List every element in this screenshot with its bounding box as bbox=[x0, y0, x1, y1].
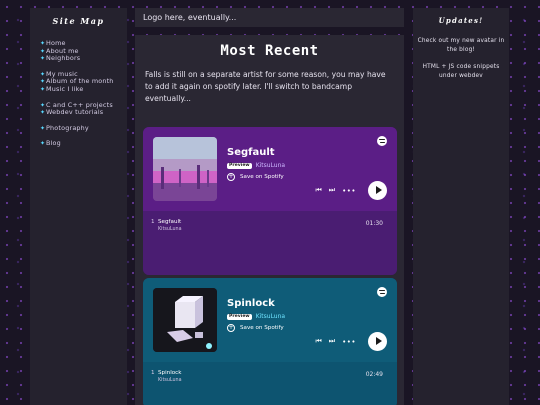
artist-link[interactable]: KitsuLuna bbox=[256, 313, 285, 320]
album-art[interactable] bbox=[153, 137, 217, 201]
tracklist-row[interactable]: 1 Spinlock KitsuLuna 02:49 bbox=[151, 370, 383, 383]
nav-item-photography[interactable]: ✦ Photography bbox=[40, 123, 127, 133]
track-number: 1 bbox=[151, 219, 155, 225]
nav-item-label: Photography bbox=[46, 123, 89, 132]
previous-track-icon[interactable]: ⏮ bbox=[315, 337, 321, 346]
track-number: 1 bbox=[151, 370, 155, 376]
embed-header: Spinlock Preview KitsuLuna + Save on Spo… bbox=[143, 278, 397, 362]
tracklist-row[interactable]: 1 Segfault KitsuLuna 01:30 bbox=[151, 219, 383, 232]
track-meta: Preview KitsuLuna bbox=[227, 162, 285, 169]
nav-item-music-i-like[interactable]: ✦ Music I like bbox=[40, 84, 127, 94]
nav-item-label: Music I like bbox=[46, 84, 84, 93]
spotify-logo-icon[interactable] bbox=[377, 287, 387, 297]
more-options-icon[interactable]: ••• bbox=[342, 338, 356, 346]
nav-item-blog[interactable]: ✦ Blog bbox=[40, 140, 127, 148]
artist-link[interactable]: KitsuLuna bbox=[256, 162, 285, 169]
tracklist: 1 Spinlock KitsuLuna 02:49 bbox=[143, 362, 397, 405]
spotify-embed-spinlock[interactable]: Spinlock Preview KitsuLuna + Save on Spo… bbox=[143, 278, 397, 405]
page-title: Most Recent bbox=[220, 43, 319, 59]
next-track-icon[interactable]: ⏭ bbox=[329, 337, 335, 346]
plus-circle-icon: + bbox=[227, 324, 235, 332]
site-map-sidebar: Site Map ✦ Home ✦ About me ✦ Neighbors ✦ My … bbox=[30, 8, 127, 405]
nav-group-code: ✦ C and C++ projects ✦ Webdev tutorials bbox=[30, 101, 127, 117]
playback-controls: ⏮ ⏭ ••• bbox=[315, 181, 387, 200]
nav-item-neighbors[interactable]: ✦ Neighbors bbox=[40, 55, 127, 63]
intro-paragraph: Falls is still on a separate artist for … bbox=[145, 70, 386, 103]
playback-controls: ⏮ ⏭ ••• bbox=[315, 332, 387, 351]
previous-track-icon[interactable]: ⏮ bbox=[315, 186, 321, 195]
more-options-icon[interactable]: ••• bbox=[342, 187, 356, 195]
save-label: Save on Spotify bbox=[240, 325, 284, 331]
preview-badge: Preview bbox=[227, 313, 252, 320]
nav-item-label: Blog bbox=[46, 139, 61, 148]
update-item: Check out my new avatar in the blog! bbox=[417, 38, 505, 53]
nav-item-label: Webdev tutorials bbox=[46, 108, 104, 117]
album-art-image bbox=[153, 137, 217, 201]
track-title[interactable]: Segfault bbox=[227, 147, 275, 158]
save-on-spotify-button[interactable]: + Save on Spotify bbox=[227, 324, 284, 332]
track-name: Spinlock bbox=[158, 370, 182, 376]
spotify-logo-icon[interactable] bbox=[377, 136, 387, 146]
track-artist: KitsuLuna bbox=[158, 227, 182, 232]
nav-group-music: ✦ My music ✦ Album of the month ✦ Music I l… bbox=[30, 70, 127, 94]
nav-item-label: Neighbors bbox=[46, 54, 81, 63]
updates-title: Updates! bbox=[438, 16, 484, 25]
track-duration: 02:49 bbox=[365, 371, 383, 378]
track-name: Segfault bbox=[158, 219, 182, 225]
track-duration: 01:30 bbox=[365, 220, 383, 227]
logo-bar: Logo here, eventually... bbox=[135, 8, 404, 27]
tracklist: 1 Segfault KitsuLuna 01:30 bbox=[143, 211, 397, 275]
nav-item-webdev-tutorials[interactable]: ✦ Webdev tutorials bbox=[40, 109, 127, 117]
album-art[interactable] bbox=[153, 288, 217, 352]
updates-sidebar: Updates! Check out my new avatar in the … bbox=[413, 8, 509, 405]
play-icon[interactable] bbox=[368, 332, 387, 351]
embed-header: Segfault Preview KitsuLuna + Save on Spo… bbox=[143, 127, 397, 211]
main-content: Most Recent Falls is still on a separate… bbox=[135, 35, 404, 405]
nav-group-main: ✦ Home ✦ About me ✦ Neighbors bbox=[30, 39, 127, 63]
site-map-title: Site Map bbox=[52, 16, 105, 26]
plus-circle-icon: + bbox=[227, 173, 235, 181]
nav-group-photo: ✦ Photography bbox=[30, 123, 127, 133]
track-artist: KitsuLuna bbox=[158, 378, 182, 383]
play-icon[interactable] bbox=[368, 181, 387, 200]
preview-badge: Preview bbox=[227, 162, 252, 169]
logo-placeholder: Logo here, eventually... bbox=[143, 13, 237, 22]
track-meta: Preview KitsuLuna bbox=[227, 313, 285, 320]
save-label: Save on Spotify bbox=[240, 174, 284, 180]
save-on-spotify-button[interactable]: + Save on Spotify bbox=[227, 173, 284, 181]
spotify-embed-segfault[interactable]: Segfault Preview KitsuLuna + Save on Spo… bbox=[143, 127, 397, 275]
track-title[interactable]: Spinlock bbox=[227, 298, 275, 309]
next-track-icon[interactable]: ⏭ bbox=[329, 186, 335, 195]
update-item: HTML + JS code snippets under webdev bbox=[422, 64, 500, 79]
nav-group-blog: ✦ Blog bbox=[30, 140, 127, 148]
album-art-image bbox=[153, 288, 217, 352]
